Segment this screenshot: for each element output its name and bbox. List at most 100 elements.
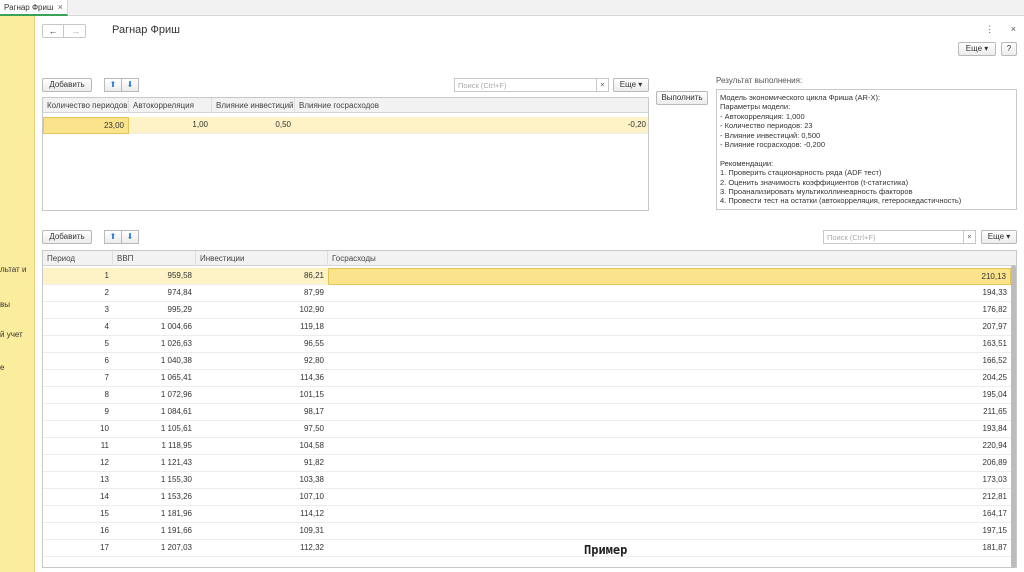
table-row[interactable]: 1 959,58 86,21 210,13 <box>43 268 1016 285</box>
data-move-up-icon[interactable]: ⬆ <box>104 230 122 244</box>
cell-government[interactable]: 204,25 <box>328 370 1011 387</box>
cell-period[interactable]: 13 <box>43 472 113 489</box>
cell-gdp[interactable]: 1 040,38 <box>113 353 196 370</box>
cell-gdp[interactable]: 974,84 <box>113 285 196 302</box>
cell-period[interactable]: 1 <box>43 268 113 285</box>
left-panel-item[interactable]: льтат и <box>0 265 26 274</box>
cell-period[interactable]: 3 <box>43 302 113 319</box>
col-gov-header[interactable]: Влияние госрасходов <box>295 98 648 113</box>
more-vertical-icon[interactable]: ⋮ <box>985 24 994 34</box>
cell-government[interactable]: 181,87 <box>328 540 1011 557</box>
cell-investment[interactable]: 86,21 <box>196 268 328 285</box>
cell-government[interactable]: 220,94 <box>328 438 1011 455</box>
data-move-down-icon[interactable]: ⬇ <box>121 230 139 244</box>
col-government-header[interactable]: Госрасходы <box>328 251 1016 266</box>
params-more-button[interactable]: Еще ▾ <box>613 78 649 92</box>
cell-period[interactable]: 9 <box>43 404 113 421</box>
cell-gdp[interactable]: 959,58 <box>113 268 196 285</box>
cell-autocorr[interactable]: 1,00 <box>129 117 212 134</box>
cell-period[interactable]: 5 <box>43 336 113 353</box>
result-textarea[interactable]: Модель экономического цикла Фриша (AR-X)… <box>716 89 1017 210</box>
params-move-up-icon[interactable]: ⬆ <box>104 78 122 92</box>
cell-gdp[interactable]: 1 155,30 <box>113 472 196 489</box>
table-row[interactable]: 51 026,63 96,55 163,51 <box>43 336 1016 353</box>
cell-investment[interactable]: 114,12 <box>196 506 328 523</box>
cell-government[interactable]: 206,89 <box>328 455 1011 472</box>
cell-investment[interactable]: 103,38 <box>196 472 328 489</box>
cell-investment[interactable]: 92,80 <box>196 353 328 370</box>
cell-investment[interactable]: 98,17 <box>196 404 328 421</box>
table-row[interactable]: 11 1 118,95 104,58 220,94 <box>43 438 1016 455</box>
cell-government[interactable]: 207,97 <box>328 319 1011 336</box>
cell-investment[interactable]: 96,55 <box>196 336 328 353</box>
cell-investment[interactable]: 87,99 <box>196 285 328 302</box>
table-row[interactable]: 71 065,41 114,36 204,25 <box>43 370 1016 387</box>
cell-period[interactable]: 8 <box>43 387 113 404</box>
col-gdp-header[interactable]: ВВП <box>113 251 196 266</box>
cell-investment[interactable]: 104,58 <box>196 438 328 455</box>
close-icon[interactable]: × <box>1011 24 1016 34</box>
col-periods-header[interactable]: Количество периодов <box>43 98 129 113</box>
cell-investment[interactable]: 102,90 <box>196 302 328 319</box>
cell-period[interactable]: 16 <box>43 523 113 540</box>
cell-period[interactable]: 15 <box>43 506 113 523</box>
cell-investment[interactable]: 119,18 <box>196 319 328 336</box>
cell-investment[interactable]: 109,31 <box>196 523 328 540</box>
help-button[interactable]: ? <box>1001 42 1017 56</box>
cell-gdp[interactable]: 1 065,41 <box>113 370 196 387</box>
cell-invest[interactable]: 0,50 <box>212 117 295 134</box>
cell-investment[interactable]: 112,32 <box>196 540 328 557</box>
table-row[interactable]: 13 1 155,30 103,38 173,03 <box>43 472 1016 489</box>
table-row[interactable]: 41 004,66 119,18 207,97 <box>43 319 1016 336</box>
data-add-button[interactable]: Добавить <box>42 230 92 244</box>
cell-gdp[interactable]: 995,29 <box>113 302 196 319</box>
table-row[interactable]: 61 040,38 92,80 166,52 <box>43 353 1016 370</box>
cell-investment[interactable]: 101,15 <box>196 387 328 404</box>
table-row[interactable]: 10 1 105,61 97,50 193,84 <box>43 421 1016 438</box>
params-add-button[interactable]: Добавить <box>42 78 92 92</box>
execute-button[interactable]: Выполнить <box>656 91 708 105</box>
data-search-input[interactable]: Поиск (Ctrl+F) × <box>823 230 976 244</box>
cell-government[interactable]: 163,51 <box>328 336 1011 353</box>
data-table-scrollbar[interactable] <box>1011 265 1016 568</box>
table-row[interactable]: 12 1 121,43 91,82 206,89 <box>43 455 1016 472</box>
cell-gdp[interactable]: 1 026,63 <box>113 336 196 353</box>
cell-period[interactable]: 17 <box>43 540 113 557</box>
data-more-button[interactable]: Еще ▾ <box>981 230 1017 244</box>
table-row[interactable]: 91 084,61 98,17 211,65 <box>43 404 1016 421</box>
table-row[interactable]: 2 974,84 87,99 194,33 <box>43 285 1016 302</box>
col-invest-header[interactable]: Влияние инвестиций <box>212 98 295 113</box>
cell-gdp[interactable]: 1 105,61 <box>113 421 196 438</box>
col-autocorr-header[interactable]: Автокорреляция <box>129 98 212 113</box>
cell-government[interactable]: 164,17 <box>328 506 1011 523</box>
params-search-clear-icon[interactable]: × <box>596 79 608 91</box>
table-row[interactable]: 17 1 207,03 112,32 181,87 <box>43 540 1016 557</box>
cell-gdp[interactable]: 1 191,66 <box>113 523 196 540</box>
cell-period[interactable]: 10 <box>43 421 113 438</box>
col-investment-header[interactable]: Инвестиции <box>196 251 328 266</box>
cell-government[interactable]: 193,84 <box>328 421 1011 438</box>
cell-government[interactable]: 176,82 <box>328 302 1011 319</box>
cell-government[interactable]: 173,03 <box>328 472 1011 489</box>
data-search-clear-icon[interactable]: × <box>963 231 975 243</box>
back-arrow-icon[interactable]: ← <box>43 25 64 37</box>
cell-gov[interactable]: -0,20 <box>295 117 648 134</box>
left-panel-item[interactable]: е <box>0 363 4 372</box>
cell-period[interactable]: 11 <box>43 438 113 455</box>
table-row[interactable]: 16 1 191,66 109,31 197,15 <box>43 523 1016 540</box>
cell-government[interactable]: 212,81 <box>328 489 1011 506</box>
cell-investment[interactable]: 107,10 <box>196 489 328 506</box>
cell-gdp[interactable]: 1 118,95 <box>113 438 196 455</box>
cell-government[interactable]: 210,13 <box>328 268 1011 285</box>
cell-period[interactable]: 7 <box>43 370 113 387</box>
table-row[interactable]: 81 072,96 101,15 195,04 <box>43 387 1016 404</box>
cell-period[interactable]: 2 <box>43 285 113 302</box>
tab-ragnar-frisch[interactable]: Рагнар Фриш × <box>0 0 68 16</box>
table-row[interactable]: 3 995,29 102,90 176,82 <box>43 302 1016 319</box>
cell-gdp[interactable]: 1 153,26 <box>113 489 196 506</box>
cell-period[interactable]: 12 <box>43 455 113 472</box>
forward-arrow-icon[interactable]: → <box>65 25 86 37</box>
params-search-input[interactable]: Поиск (Ctrl+F) × <box>454 78 609 92</box>
cell-government[interactable]: 211,65 <box>328 404 1011 421</box>
top-more-button[interactable]: Еще ▾ <box>958 42 996 56</box>
